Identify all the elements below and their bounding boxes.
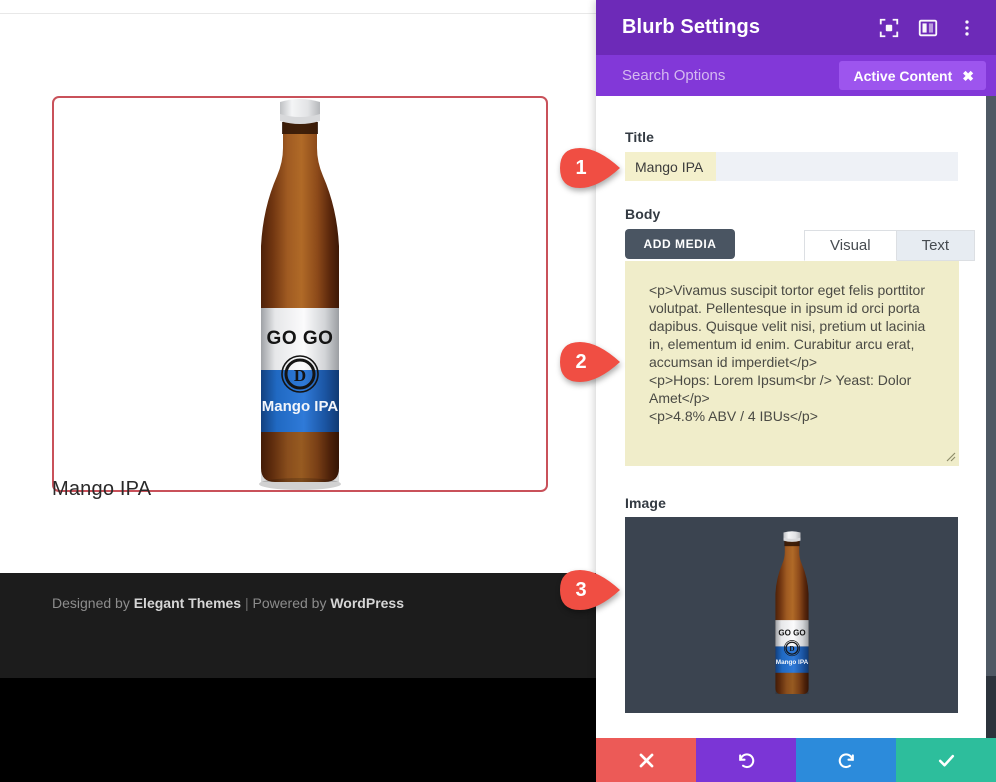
footer-credits: Designed by Elegant Themes | Powered by … xyxy=(52,595,404,611)
active-content-label: Active Content xyxy=(853,67,953,84)
tab-visual[interactable]: Visual xyxy=(804,230,897,261)
footer-separator: | xyxy=(241,595,253,611)
screen: GO GO D Mango IPA Mango IPA Designed by … xyxy=(0,0,996,782)
panel-scrollbar-track[interactable] xyxy=(986,96,996,782)
panel-body: Title Mango IPA Body ADD MEDIA Visual Te… xyxy=(596,96,996,738)
redo-icon xyxy=(838,752,854,768)
active-content-filter-pill[interactable]: Active Content ✖ xyxy=(839,61,986,90)
footer-designed-by: Designed by xyxy=(52,595,134,611)
fullscreen-icon[interactable] xyxy=(878,17,900,39)
preview-top-divider xyxy=(0,13,596,14)
callout-marker-1-number: 1 xyxy=(575,156,587,179)
save-button[interactable] xyxy=(896,738,996,782)
svg-text:GO GO: GO GO xyxy=(778,628,805,637)
beer-bottle-image: GO GO D Mango IPA xyxy=(249,96,351,496)
panel-search-bar[interactable]: Search Options Active Content ✖ xyxy=(596,55,996,96)
undo-button[interactable] xyxy=(696,738,796,782)
svg-text:Mango IPA: Mango IPA xyxy=(262,398,339,415)
add-media-button[interactable]: ADD MEDIA xyxy=(625,229,735,259)
tab-text[interactable]: Text xyxy=(896,230,976,261)
footer-brand-wordpress[interactable]: WordPress xyxy=(330,595,404,611)
redo-button[interactable] xyxy=(796,738,896,782)
callout-marker-3: 3 xyxy=(558,568,622,612)
title-field-label: Title xyxy=(625,129,655,145)
cancel-button[interactable] xyxy=(596,738,696,782)
page-preview: GO GO D Mango IPA Mango IPA Designed by … xyxy=(0,0,596,782)
undo-icon xyxy=(738,752,754,768)
title-input-value: Mango IPA xyxy=(625,152,717,181)
svg-text:GO GO: GO GO xyxy=(267,328,334,349)
footer-powered-by: Powered by xyxy=(252,595,331,611)
svg-text:D: D xyxy=(789,645,794,653)
more-vertical-icon[interactable] xyxy=(956,17,978,39)
check-icon xyxy=(938,754,954,767)
image-preview-box[interactable]: GO GO D Mango IPA xyxy=(625,517,958,713)
body-field-label: Body xyxy=(625,206,661,222)
title-input[interactable]: Mango IPA xyxy=(625,152,958,181)
blurb-settings-panel: Blurb Settings Search Options Active Con… xyxy=(596,0,996,782)
site-footer xyxy=(0,573,596,678)
callout-marker-3-number: 3 xyxy=(575,578,587,601)
close-icon xyxy=(639,753,653,767)
textarea-resize-handle[interactable] xyxy=(944,450,956,462)
close-icon[interactable]: ✖ xyxy=(962,69,974,83)
body-textarea[interactable]: <p>Vivamus suscipit tortor eget felis po… xyxy=(625,261,959,466)
image-field-label: Image xyxy=(625,495,666,511)
panel-title: Blurb Settings xyxy=(622,16,761,38)
footer-brand-elegant-themes[interactable]: Elegant Themes xyxy=(134,595,241,611)
preview-lower-area xyxy=(0,678,596,782)
svg-text:D: D xyxy=(294,366,306,385)
search-input[interactable]: Search Options xyxy=(622,67,725,84)
beer-bottle-thumbnail: GO GO D Mango IPA xyxy=(764,530,820,700)
callout-marker-1: 1 xyxy=(558,146,622,190)
callout-marker-2: 2 xyxy=(558,340,622,384)
callout-marker-2-number: 2 xyxy=(575,350,587,373)
panel-header: Blurb Settings xyxy=(596,0,996,55)
layout-columns-icon[interactable] xyxy=(917,17,939,39)
blurb-title-text: Mango IPA xyxy=(52,478,152,500)
editor-mode-tabs: Visual Text xyxy=(804,230,976,261)
panel-header-icons xyxy=(878,17,978,39)
svg-text:Mango IPA: Mango IPA xyxy=(775,659,808,666)
panel-action-bar xyxy=(596,738,996,782)
